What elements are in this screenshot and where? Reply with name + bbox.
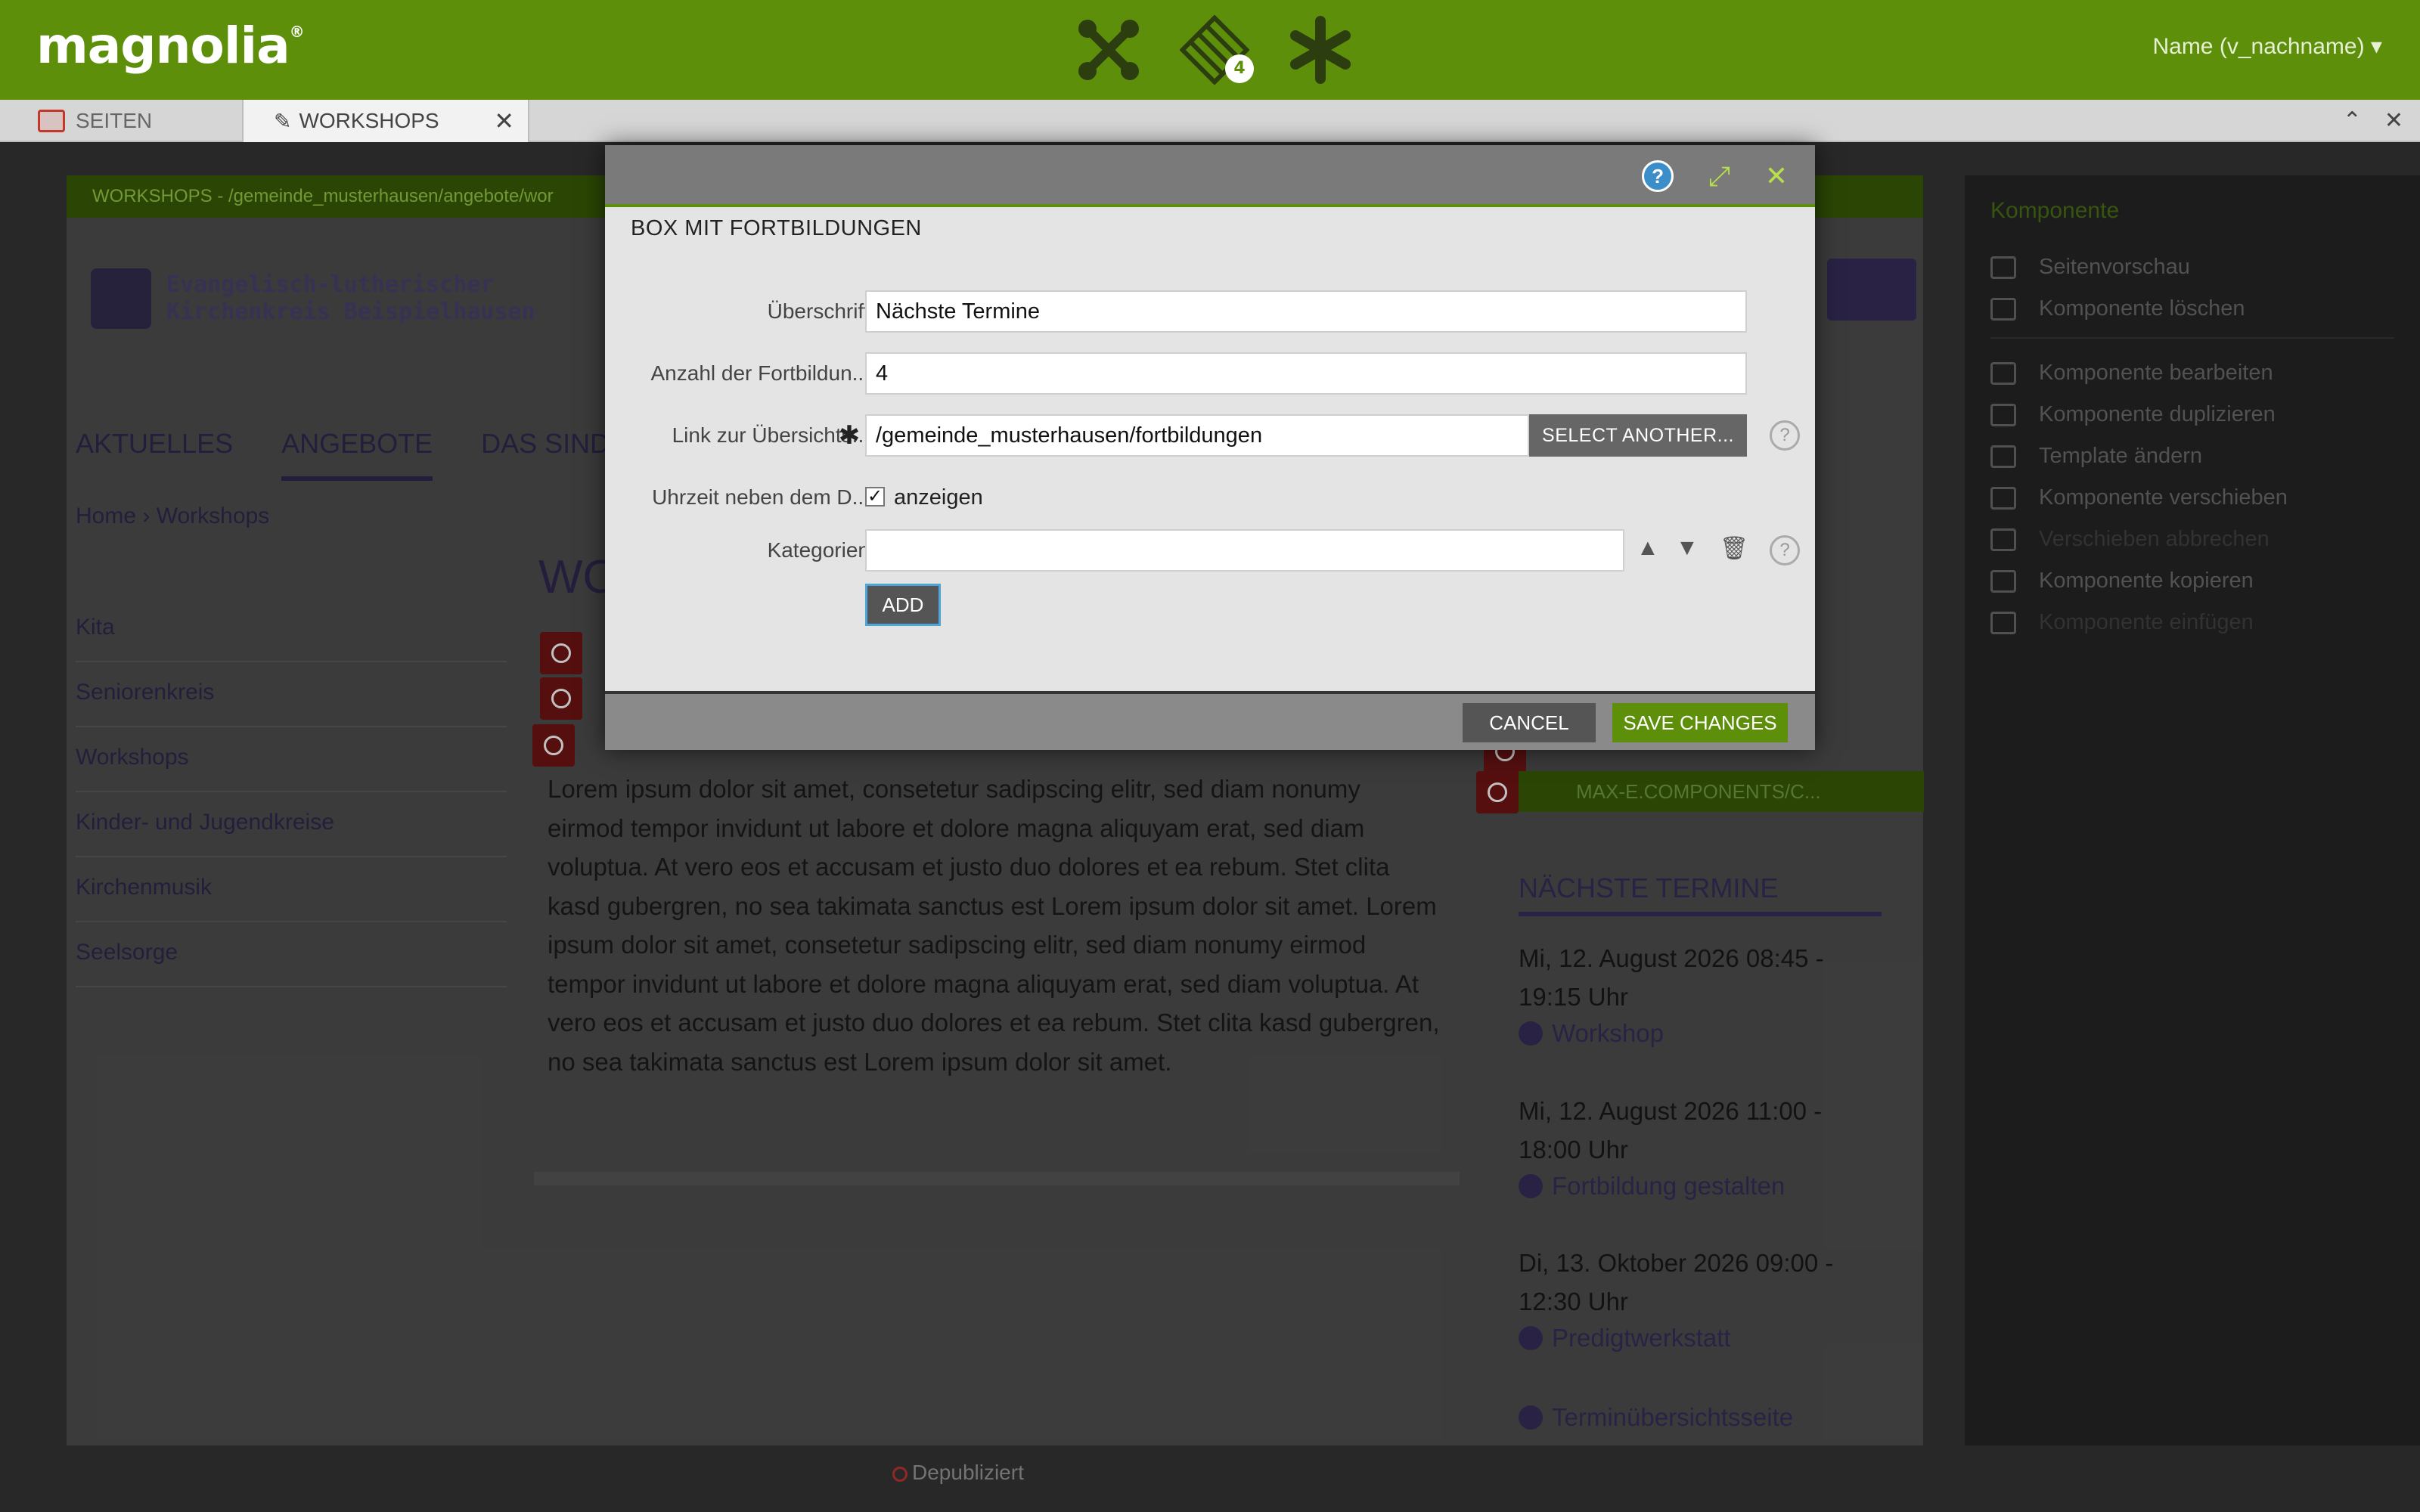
close-app-icon[interactable]: ✕ xyxy=(2384,107,2403,134)
tab-bar: SEITEN ✎ WORKSHOPS ✕ ⌃ ✕ xyxy=(0,100,2420,142)
heading-label: Überschrift xyxy=(767,299,870,323)
categories-label: Kategorien xyxy=(767,538,870,562)
trash-icon[interactable]: 🗑 xyxy=(1720,535,1748,562)
dialog-title: BOX MIT FORTBILDUNGEN xyxy=(631,216,922,240)
categories-help-icon[interactable]: ? xyxy=(1770,535,1800,565)
pulse-tasks-icon[interactable]: 4 xyxy=(1179,14,1254,85)
user-menu[interactable]: Name (v_nachname) ▾ xyxy=(2152,33,2382,60)
time-checkbox[interactable]: ✓ xyxy=(865,487,885,507)
link-help-icon[interactable]: ? xyxy=(1770,420,1800,451)
close-tab-icon[interactable]: ✕ xyxy=(494,107,514,135)
close-dialog-icon[interactable]: ✕ xyxy=(1765,160,1788,192)
heading-input[interactable]: Nächste Termine xyxy=(865,290,1747,333)
save-changes-button[interactable]: SAVE CHANGES xyxy=(1612,703,1788,742)
time-checkbox-label[interactable]: anzeigen xyxy=(894,476,983,519)
tab-seiten[interactable]: SEITEN xyxy=(38,100,152,142)
move-down-icon[interactable]: ▼ xyxy=(1676,535,1699,561)
dialog-header: ? ⤢ ✕ xyxy=(605,145,1815,207)
collapse-icon[interactable]: ⌃ xyxy=(2343,107,2362,134)
tabbar-controls: ⌃ ✕ xyxy=(2343,107,2403,134)
count-label: Anzahl der Fortbildun... xyxy=(650,361,870,385)
magnolia-logo[interactable]: magnolia® xyxy=(36,17,305,75)
task-count-badge: 4 xyxy=(1225,54,1254,83)
link-input[interactable]: /gemeinde_musterhausen/fortbildungen xyxy=(865,414,1529,457)
cancel-button[interactable]: CANCEL xyxy=(1463,703,1596,742)
apps-cross-icon[interactable] xyxy=(1074,15,1143,85)
dialog-footer: CANCEL SAVE CHANGES xyxy=(605,691,1815,750)
pages-icon xyxy=(38,110,65,132)
tab-workshops[interactable]: ✎ WORKSHOPS ✕ xyxy=(242,100,529,142)
required-asterisk-icon: ✱ xyxy=(838,421,861,450)
edit-component-dialog: ? ⤢ ✕ BOX MIT FORTBILDUNGEN Überschrift … xyxy=(605,145,1815,750)
move-up-icon[interactable]: ▲ xyxy=(1637,535,1659,561)
maximize-icon[interactable]: ⤢ xyxy=(1708,160,1730,192)
top-bar: magnolia® 4 Name (v_nachname) ▾ xyxy=(0,0,2420,100)
pencil-icon: ✎ xyxy=(274,109,292,133)
time-label: Uhrzeit neben dem D... xyxy=(652,485,870,509)
favorites-asterisk-icon[interactable] xyxy=(1286,15,1355,85)
tab-label: SEITEN xyxy=(76,109,153,132)
add-category-button[interactable]: ADD xyxy=(865,584,941,626)
count-input[interactable]: 4 xyxy=(865,352,1747,395)
select-another-button[interactable]: SELECT ANOTHER... xyxy=(1529,414,1747,457)
app-launcher: 4 xyxy=(1074,14,1355,85)
tab-label: WORKSHOPS xyxy=(299,109,439,132)
categories-input[interactable] xyxy=(865,529,1624,572)
help-icon[interactable]: ? xyxy=(1642,160,1674,192)
